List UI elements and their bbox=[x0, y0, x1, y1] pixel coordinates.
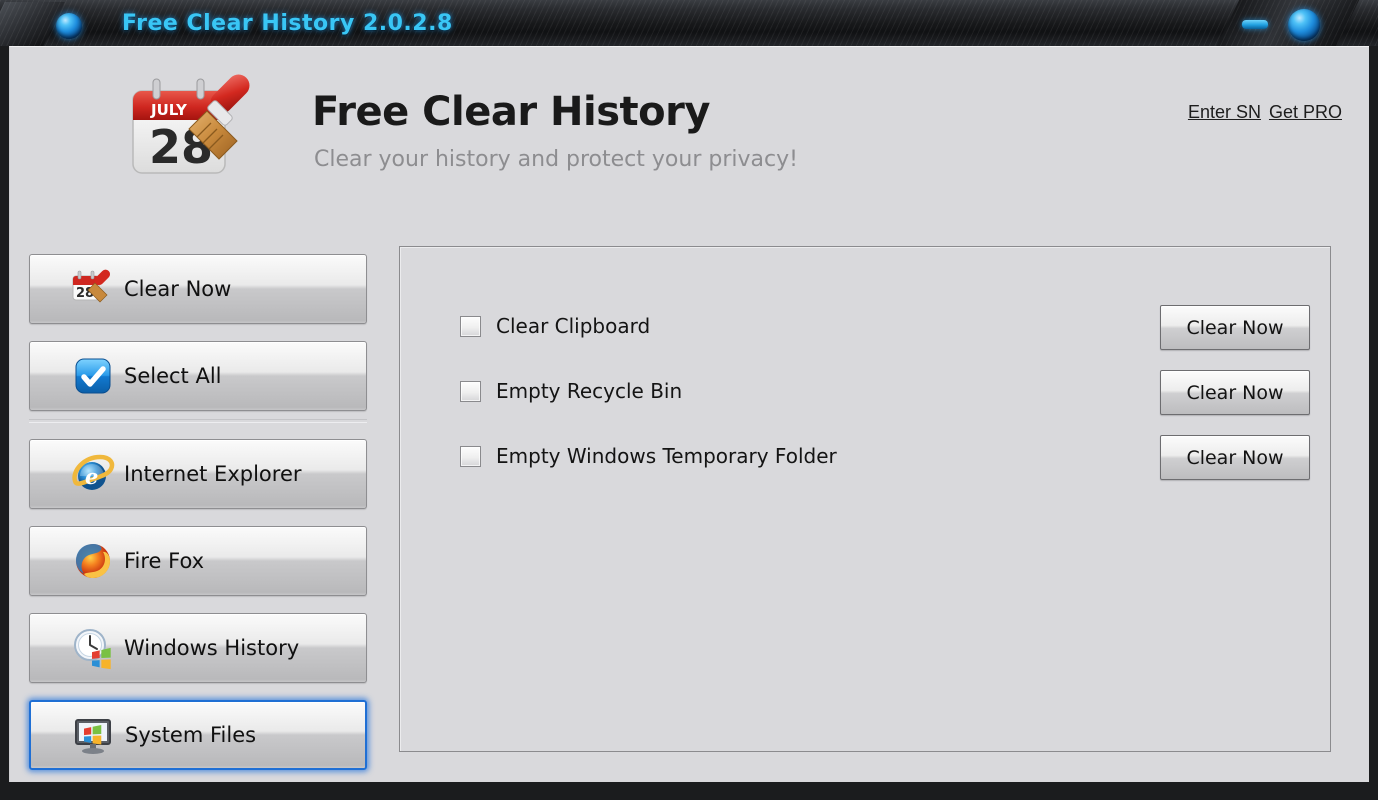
window-title: Free Clear History 2.0.2.8 bbox=[122, 11, 453, 36]
task-row: Clear Clipboard Clear Now bbox=[400, 305, 1332, 350]
sidebar-item-label: Windows History bbox=[124, 636, 300, 660]
clear-now-button-temp-folder[interactable]: Clear Now bbox=[1160, 435, 1310, 480]
calendar-broom-small-graphic: 28 bbox=[72, 269, 111, 303]
clock-windows-graphic bbox=[74, 629, 111, 670]
sidebar-item-firefox[interactable]: Fire Fox bbox=[29, 526, 367, 596]
content-panel: Clear Clipboard Clear Now Empty Recycle … bbox=[399, 246, 1331, 752]
checkbox-clear-clipboard[interactable] bbox=[460, 315, 481, 337]
task-row: Empty Windows Temporary Folder Clear Now bbox=[400, 435, 1332, 480]
minimize-button[interactable] bbox=[1242, 20, 1268, 29]
monitor-windows-icon bbox=[71, 712, 117, 758]
blue-check-icon bbox=[70, 353, 116, 399]
sidebar-item-windows-history[interactable]: Windows History bbox=[29, 613, 367, 683]
sidebar-item-label: Select All bbox=[124, 364, 222, 388]
clear-now-button-clipboard[interactable]: Clear Now bbox=[1160, 305, 1310, 350]
page-subtitle: Clear your history and protect your priv… bbox=[314, 147, 798, 172]
firefox-graphic bbox=[76, 544, 110, 578]
page-title: Free Clear History bbox=[312, 89, 710, 135]
svg-text:JULY: JULY bbox=[150, 101, 188, 119]
sidebar-item-select-all[interactable]: Select All bbox=[29, 341, 367, 411]
title-bar[interactable]: Free Clear History 2.0.2.8 bbox=[0, 0, 1378, 46]
task-label: Clear Clipboard bbox=[496, 314, 651, 338]
clear-now-button-recycle-bin[interactable]: Clear Now bbox=[1160, 370, 1310, 415]
get-pro-link[interactable]: Get PRO bbox=[1269, 102, 1342, 122]
titlebar-bevel-left bbox=[0, 2, 65, 46]
clock-windows-icon bbox=[70, 625, 116, 671]
calendar-broom-graphic: JULY 28 bbox=[132, 74, 250, 174]
sidebar-item-label: Clear Now bbox=[124, 277, 232, 301]
internet-explorer-icon: e bbox=[70, 451, 116, 497]
sidebar-item-internet-explorer[interactable]: e Internet Explorer bbox=[29, 439, 367, 509]
calendar-broom-icon: 28 bbox=[70, 266, 116, 312]
calendar-broom-icon: JULY 28 bbox=[111, 63, 281, 188]
internet-explorer-graphic: e bbox=[72, 454, 115, 490]
task-row: Empty Recycle Bin Clear Now bbox=[400, 370, 1332, 415]
task-label: Empty Recycle Bin bbox=[496, 379, 683, 403]
monitor-windows-graphic bbox=[75, 719, 111, 754]
close-button-orb-icon[interactable] bbox=[1288, 9, 1320, 41]
checkbox-empty-recycle-bin[interactable] bbox=[460, 380, 481, 402]
window-orb-icon bbox=[56, 13, 82, 39]
sidebar: 28 Clear Now Select All e Internet Explo… bbox=[29, 254, 367, 787]
enter-sn-link[interactable]: Enter SN bbox=[1188, 102, 1261, 122]
task-label: Empty Windows Temporary Folder bbox=[496, 444, 837, 468]
firefox-icon bbox=[70, 538, 116, 584]
header-links: Enter SN Get PRO bbox=[1188, 102, 1342, 123]
sidebar-item-label: Internet Explorer bbox=[124, 462, 302, 486]
application-window: Free Clear History 2.0.2.8 JULY 28 Free … bbox=[0, 0, 1378, 800]
sidebar-divider bbox=[29, 419, 367, 423]
client-area: JULY 28 Free Clear History Clear your hi… bbox=[9, 46, 1369, 782]
sidebar-item-system-files[interactable]: System Files bbox=[29, 700, 367, 770]
checkbox-empty-temp-folder[interactable] bbox=[460, 445, 481, 467]
sidebar-item-label: System Files bbox=[125, 723, 257, 747]
svg-text:e: e bbox=[85, 464, 98, 489]
sidebar-item-label: Fire Fox bbox=[124, 549, 205, 573]
sidebar-item-clear-now[interactable]: 28 Clear Now bbox=[29, 254, 367, 324]
blue-check-graphic bbox=[75, 358, 111, 394]
